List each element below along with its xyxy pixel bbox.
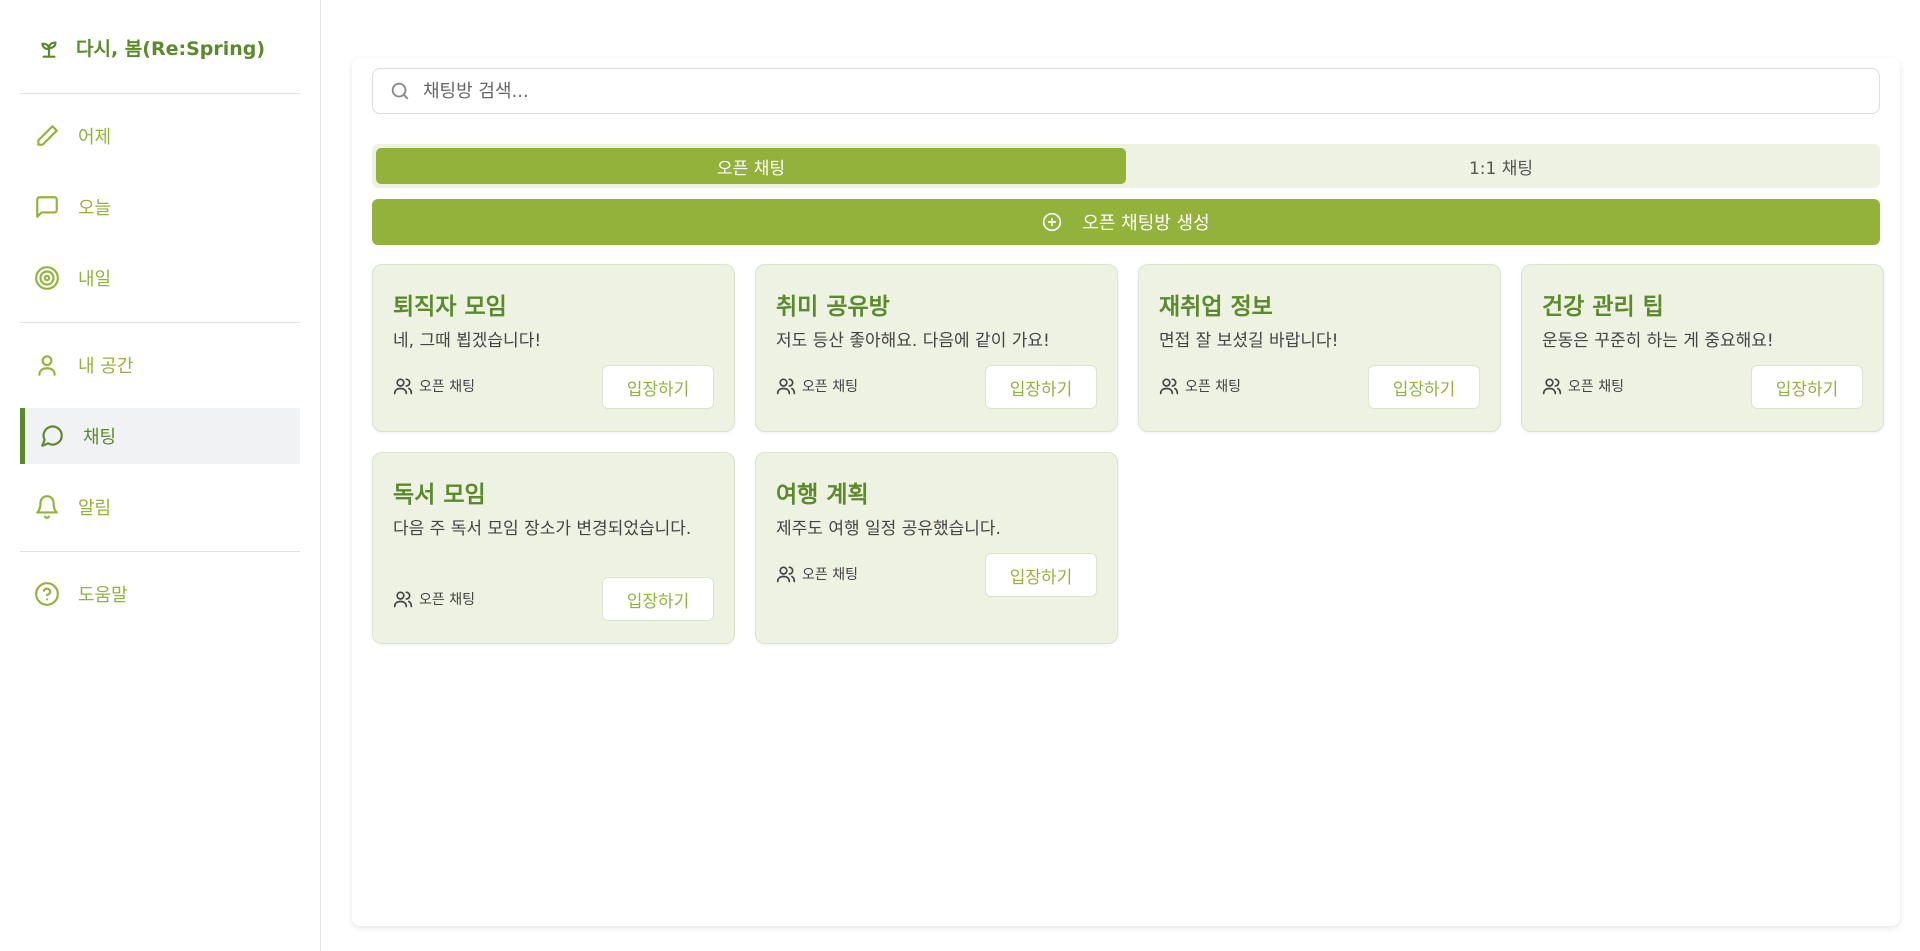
divider (20, 93, 300, 94)
room-last-message: 네, 그때 뵙겠습니다! (393, 331, 542, 351)
sidebar-item-tomorrow[interactable]: 내일 (20, 250, 300, 306)
sidebar-item-yesterday[interactable]: 어제 (20, 108, 300, 164)
brand-name: 다시, 봄(Re:Spring) (76, 38, 266, 60)
sprout-icon (41, 41, 57, 58)
chat-room-card: 건강 관리 팁 운동은 꾸준히 하는 게 중요해요! 오픈 채팅 입장하기 (1521, 264, 1884, 432)
plus-circle-icon (1043, 212, 1062, 232)
room-title: 퇴직자 모임 (393, 294, 507, 320)
target-icon (35, 266, 59, 290)
users-icon (393, 591, 413, 608)
chat-room-card: 퇴직자 모임 네, 그때 뵙겠습니다! 오픈 채팅 입장하기 (372, 264, 735, 432)
room-type: 오픈 채팅 (776, 376, 858, 396)
room-title: 취미 공유방 (776, 294, 890, 320)
room-last-message: 운동은 꾸준히 하는 게 중요해요! (1542, 331, 1774, 351)
room-type: 오픈 채팅 (1159, 376, 1241, 396)
sidebar-item-today[interactable]: 오늘 (20, 179, 300, 235)
chat-room-card: 취미 공유방 저도 등산 좋아해요. 다음에 같이 가요! 오픈 채팅 입장하기 (755, 264, 1118, 432)
chat-room-card: 재취업 정보 면접 잘 보셨길 바랍니다! 오픈 채팅 입장하기 (1138, 264, 1501, 432)
sidebar-item-label: 어제 (78, 127, 112, 148)
sidebar-item-label: 오늘 (78, 198, 112, 219)
search-icon (391, 82, 409, 100)
room-title: 여행 계획 (776, 482, 869, 508)
room-type-label: 오픈 채팅 (419, 379, 475, 395)
enter-room-button[interactable]: 입장하기 (602, 577, 714, 621)
sidebar-item-my-space[interactable]: 내 공간 (20, 337, 300, 393)
sidebar-item-notifications[interactable]: 알림 (20, 479, 300, 535)
room-last-message: 다음 주 독서 모임 장소가 변경되었습니다. (393, 519, 692, 539)
sidebar: 다시, 봄(Re:Spring) 어제 오늘 내일 내 공간 채팅 알림 도움말 (0, 0, 321, 951)
sidebar-item-label: 채팅 (83, 427, 117, 448)
sidebar-item-label: 내 공간 (78, 356, 134, 377)
tab-direct-chat[interactable]: 1:1 채팅 (1126, 148, 1876, 184)
message-circle-icon (41, 425, 63, 447)
user-icon (38, 355, 56, 376)
room-type-label: 오픈 채팅 (802, 567, 858, 583)
room-title: 건강 관리 팁 (1542, 294, 1664, 320)
room-title: 재취업 정보 (1159, 294, 1273, 320)
room-last-message: 저도 등산 좋아해요. 다음에 같이 가요! (776, 331, 1050, 351)
users-icon (1159, 378, 1179, 395)
room-type-label: 오픈 채팅 (419, 592, 475, 608)
room-type: 오픈 채팅 (393, 589, 475, 609)
sidebar-item-label: 알림 (78, 498, 112, 519)
users-icon (393, 378, 413, 395)
chat-type-tabs: 오픈 채팅 1:1 채팅 (372, 144, 1880, 188)
divider (20, 551, 300, 552)
pencil-icon (37, 125, 58, 146)
users-icon (776, 566, 796, 583)
room-type-label: 오픈 채팅 (1568, 379, 1624, 395)
enter-room-button[interactable]: 입장하기 (602, 365, 714, 409)
sidebar-item-label: 도움말 (78, 585, 128, 606)
room-type: 오픈 채팅 (1542, 376, 1624, 396)
search-bar[interactable] (372, 68, 1880, 114)
sidebar-item-help[interactable]: 도움말 (20, 566, 300, 622)
room-type-label: 오픈 채팅 (802, 379, 858, 395)
create-button-label: 오픈 채팅방 생성 (1082, 213, 1210, 234)
room-type: 오픈 채팅 (393, 376, 475, 396)
bell-icon (36, 495, 58, 519)
enter-room-button[interactable]: 입장하기 (1368, 365, 1480, 409)
brand-logo[interactable]: 다시, 봄(Re:Spring) (36, 34, 265, 61)
help-circle-icon (35, 582, 59, 606)
search-input[interactable] (423, 80, 1823, 102)
room-last-message: 면접 잘 보셨길 바랍니다! (1159, 331, 1339, 351)
chat-room-card: 독서 모임 다음 주 독서 모임 장소가 변경되었습니다. 오픈 채팅 입장하기 (372, 452, 735, 644)
room-type: 오픈 채팅 (776, 564, 858, 584)
room-title: 독서 모임 (393, 482, 486, 508)
room-last-message: 제주도 여행 일정 공유했습니다. (776, 519, 1001, 539)
message-square-icon (36, 196, 58, 218)
divider (20, 322, 300, 323)
tab-open-chat[interactable]: 오픈 채팅 (376, 148, 1126, 184)
enter-room-button[interactable]: 입장하기 (985, 365, 1097, 409)
enter-room-button[interactable]: 입장하기 (985, 553, 1097, 597)
sidebar-item-label: 내일 (78, 269, 112, 290)
create-open-chat-button[interactable]: 오픈 채팅방 생성 (372, 199, 1880, 245)
users-icon (1542, 378, 1562, 395)
chat-panel: 오픈 채팅 1:1 채팅 오픈 채팅방 생성 퇴직자 모임 네, 그때 뵙겠습니… (352, 58, 1900, 926)
sidebar-item-chat[interactable]: 채팅 (20, 408, 300, 464)
enter-room-button[interactable]: 입장하기 (1751, 365, 1863, 409)
room-type-label: 오픈 채팅 (1185, 379, 1241, 395)
chat-room-card: 여행 계획 제주도 여행 일정 공유했습니다. 오픈 채팅 입장하기 (755, 452, 1118, 644)
users-icon (776, 378, 796, 395)
